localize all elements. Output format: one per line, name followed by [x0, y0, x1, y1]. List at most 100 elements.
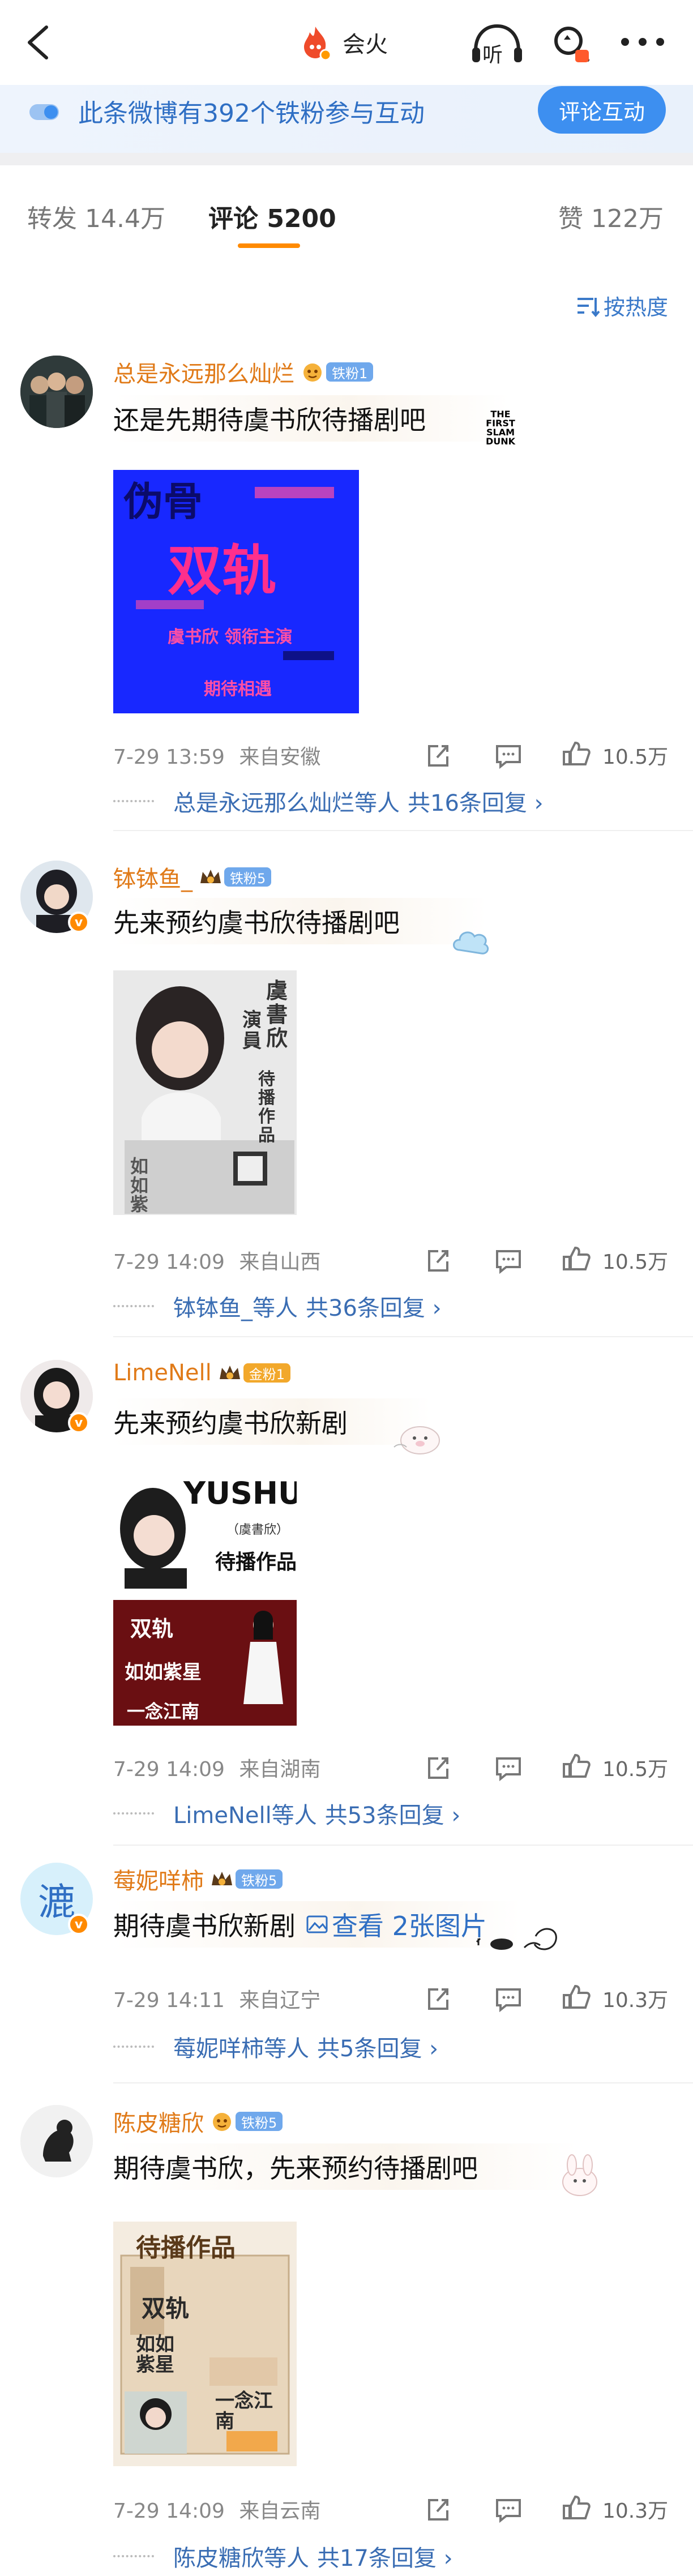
image-text: 双轨 — [130, 1616, 174, 1641]
share-icon[interactable] — [422, 1752, 454, 1783]
comment-separator — [113, 1845, 693, 1846]
flame-icon — [304, 27, 332, 61]
avatar[interactable] — [20, 356, 93, 428]
reply-summary[interactable]: LimeNell等人 共53条回复 › — [113, 1797, 460, 1830]
section-divider — [0, 153, 693, 165]
fan-crown-icon — [303, 363, 322, 382]
image-text: 双轨 — [142, 2295, 190, 2322]
page-title: 会火 — [343, 32, 388, 58]
like-icon[interactable] — [561, 738, 592, 770]
share-icon[interactable] — [422, 1983, 454, 2014]
avatar[interactable] — [20, 2105, 93, 2177]
comment-text: 还是先期待虞书欣待播剧吧 — [113, 395, 510, 442]
comment-image[interactable]: YUSHUXIN （虞書欣） 待播作品 — [113, 1472, 297, 1589]
pig-sticker-icon — [393, 1426, 440, 1454]
comment-item: 漉 v 莓妮咩柿 铁粉5 期待虞书欣新剧 查看 2张图片 7-29 14:11 … — [0, 1857, 693, 2100]
top-bar: 会火 听 — [0, 0, 693, 85]
comment-location: 来自云南 — [239, 2500, 321, 2523]
comment-interact-button[interactable]: 评论互动 — [538, 86, 666, 134]
image-text: 一念江南 — [215, 2390, 273, 2433]
more-options-icon[interactable] — [617, 31, 668, 53]
fan-level-badge: 铁粉5 — [236, 2112, 283, 2131]
image-text: 虞書欣 — [266, 978, 288, 1051]
comment-time: 7-29 14:09 — [113, 1758, 225, 1781]
comment-time: 7-29 13:59 — [113, 746, 225, 769]
username[interactable]: 陈皮糖欣 — [113, 2105, 204, 2138]
dotted-divider — [113, 1812, 154, 1815]
comment-meta: 7-29 13:59 来自安徽 — [113, 741, 320, 770]
reply-users: LimeNell等人 — [173, 1803, 317, 1829]
image-decor — [136, 600, 204, 609]
comment-image[interactable]: 虞書欣 演員 待播作品 如如紫星 — [113, 970, 297, 1215]
comment-text-content: 还是先期待虞书欣待播剧吧 — [113, 405, 426, 435]
reply-summary[interactable]: 陈皮糖欣等人 共17条回复 › — [113, 2540, 453, 2573]
sticker-icon — [476, 1928, 557, 1950]
image-text: 待播作品 — [258, 1069, 275, 1145]
comment-meta: 7-29 14:09 来自山西 — [113, 1246, 320, 1275]
like-icon[interactable] — [561, 2492, 592, 2524]
avatar-image — [20, 2105, 93, 2177]
share-icon[interactable] — [422, 739, 454, 771]
dotted-divider — [113, 2555, 154, 2557]
image-text: 如如紫星 — [136, 2333, 174, 2376]
image-text: 演員 — [242, 1009, 262, 1053]
like-icon[interactable] — [561, 1751, 592, 1782]
tab-repost[interactable]: 转发 14.4万 — [27, 198, 165, 234]
avatar-image — [20, 356, 93, 428]
reply-users: 陈皮糖欣等人 — [173, 2545, 309, 2571]
fan-crown-icon — [200, 870, 221, 883]
view-images-link[interactable]: 查看 2张图片 — [332, 1906, 487, 1943]
reply-count: 共17条回复 › — [317, 2545, 453, 2571]
comment-icon[interactable] — [493, 1983, 524, 2014]
comment-location: 来自湖南 — [239, 1758, 321, 1781]
image-text: 如如紫星 — [125, 1661, 202, 1684]
comment-location: 来自安徽 — [239, 746, 321, 769]
reply-summary[interactable]: 总是永远那么灿烂等人 共16条回复 › — [113, 785, 544, 818]
sort-button[interactable]: 按热度 — [576, 290, 668, 321]
comment-image[interactable]: 伪骨 双轨 虞书欣 领衔主演 期待相遇 — [113, 470, 359, 713]
comment-text-content: 先来预约虞书欣待播剧吧 — [113, 908, 400, 938]
username[interactable]: 总是永远那么灿烂 — [113, 356, 294, 388]
tab-like[interactable]: 赞 122万 — [558, 198, 664, 234]
fan-level-badge: 铁粉5 — [236, 1869, 283, 1889]
like-icon[interactable] — [561, 1982, 592, 2013]
image-text: 一念江南 — [127, 1701, 200, 1722]
reply-summary[interactable]: 莓妮咩柿等人 共5条回复 › — [113, 2030, 438, 2063]
username[interactable]: LimeNell — [113, 1360, 212, 1386]
share-icon[interactable] — [422, 1244, 454, 1276]
comment-time: 7-29 14:11 — [113, 1989, 225, 2012]
tab-comment[interactable]: 评论 5200 — [208, 198, 336, 234]
dotted-divider — [113, 800, 154, 802]
like-count: 10.3万 — [602, 1989, 669, 2012]
reply-users: 莓妮咩柿等人 — [173, 2036, 309, 2062]
comment-image[interactable]: 双轨 如如紫星 一念江南 — [113, 1600, 297, 1726]
page-title-group[interactable]: 会火 — [297, 23, 388, 62]
verified-badge-icon: v — [68, 1412, 89, 1434]
active-tab-indicator — [238, 243, 300, 248]
comment-icon[interactable] — [493, 739, 524, 771]
back-arrow-icon[interactable] — [23, 23, 57, 62]
comment-meta: 7-29 14:09 来自湖南 — [113, 1753, 320, 1782]
username[interactable]: 钵钵鱼_ — [113, 861, 192, 893]
comment-icon[interactable] — [493, 1752, 524, 1783]
comment-time: 7-29 14:09 — [113, 1251, 225, 1274]
comment-icon[interactable] — [493, 2493, 524, 2525]
verified-badge-icon: v — [68, 912, 89, 933]
fan-level-badge: 金粉1 — [243, 1363, 291, 1383]
cloud-sticker-icon — [453, 931, 489, 955]
share-icon[interactable] — [422, 2493, 454, 2525]
listen-button[interactable]: 听 — [470, 22, 524, 67]
ai-search-icon[interactable] — [548, 20, 593, 66]
comment-item: v 钵钵鱼_ 铁粉5 先来预约虞书欣待播剧吧 虞書欣 演員 待播作品 如如紫星 … — [0, 855, 693, 1359]
reply-summary[interactable]: 钵钵鱼_等人 共36条回复 › — [113, 1290, 442, 1323]
like-icon[interactable] — [561, 1243, 592, 1275]
fans-interaction-banner: 此条微博有392个铁粉参与互动 评论互动 — [0, 85, 693, 153]
comment-image[interactable]: 待播作品 双轨 如如紫星 一念江南 — [113, 2222, 297, 2466]
figure-illustration — [243, 1611, 283, 1704]
comment-location: 来自山西 — [239, 1251, 321, 1274]
image-text: 双轨 — [168, 539, 276, 602]
listen-label: 听 — [482, 44, 503, 67]
sort-icon — [578, 297, 600, 317]
comment-icon[interactable] — [493, 1244, 524, 1276]
username[interactable]: 莓妮咩柿 — [113, 1863, 204, 1895]
